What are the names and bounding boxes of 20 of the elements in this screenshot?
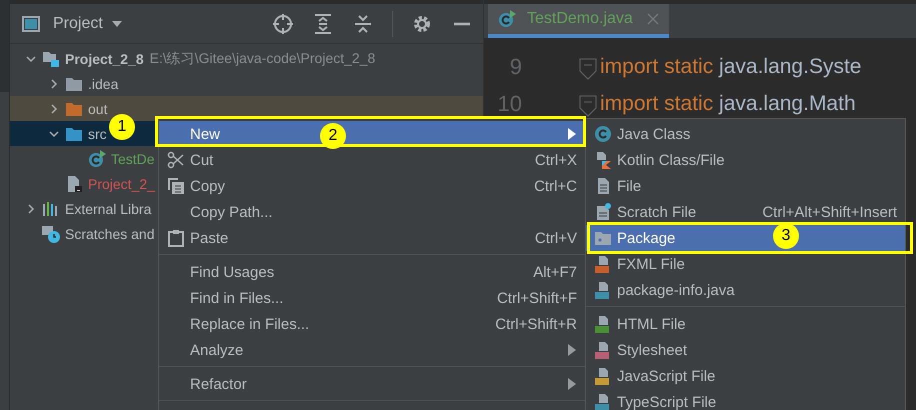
shortcut-text: Ctrl+Alt+Shift+Insert: [762, 204, 897, 220]
tree-item-label: src: [88, 126, 107, 142]
shortcut-text: Ctrl+V: [534, 230, 577, 246]
shortcut-text: Ctrl+X: [534, 152, 577, 168]
shortcut-text: Alt+F7: [533, 264, 577, 280]
tree-item-label: out: [88, 100, 108, 116]
tree-item-label: Project_2_8: [65, 50, 144, 66]
tree-item-label: Project_2_: [88, 176, 155, 192]
shortcut-text: Ctrl+C: [534, 178, 577, 194]
code-line: import static java.lang.Math: [600, 92, 856, 116]
tree-item-label: TestDe: [111, 150, 155, 166]
line-number: 9: [508, 54, 522, 80]
tree-item-label: .idea: [88, 76, 118, 92]
shortcut-text: Ctrl+Shift+R: [495, 316, 577, 332]
tree-item-label: Scratches and: [65, 226, 154, 242]
line-number: 10: [496, 90, 522, 116]
shortcut-text: Ctrl+Shift+F: [496, 290, 577, 306]
tree-item-label: External Libra: [65, 200, 152, 216]
module-path: E:\练习\Gitee\java-code\Project_2_8: [150, 50, 376, 68]
code-line: import static java.lang.Syste: [600, 54, 862, 78]
